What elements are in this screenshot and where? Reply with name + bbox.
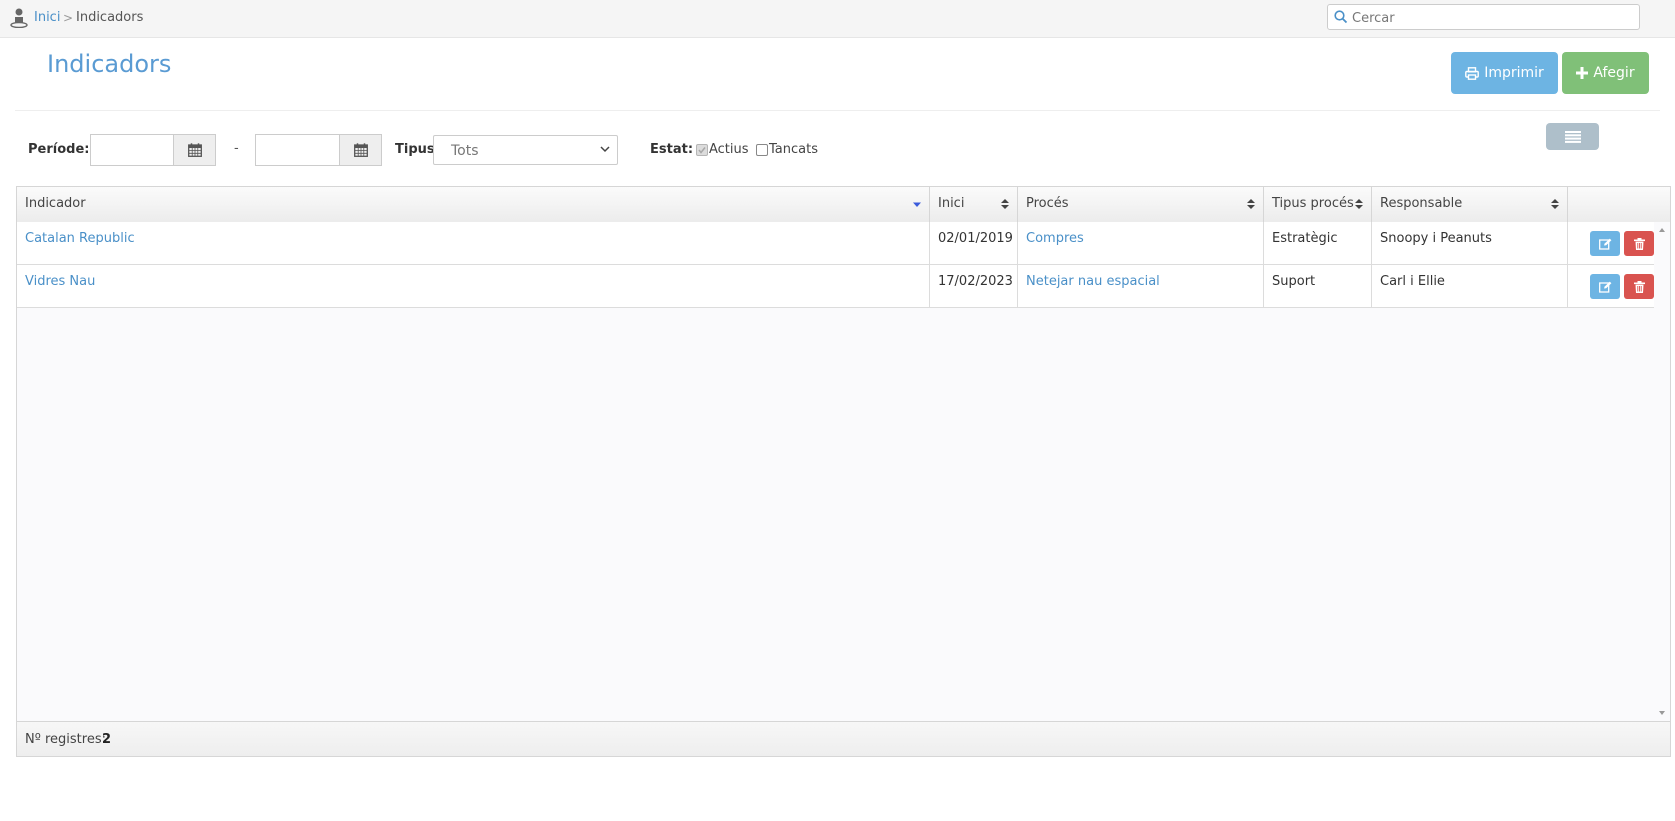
chevron-down-icon: [600, 146, 610, 153]
table-scrollbar[interactable]: [1654, 222, 1670, 722]
column-header-indicador[interactable]: Indicador: [17, 187, 930, 222]
print-button[interactable]: Imprimir: [1451, 52, 1558, 94]
cell-inici: 17/02/2023: [930, 265, 1018, 307]
edit-button[interactable]: [1590, 274, 1620, 299]
search-input[interactable]: [1350, 7, 1639, 29]
period-to-calendar-button[interactable]: [339, 134, 382, 166]
record-count-label: Nº registres:: [25, 732, 106, 747]
period-label: Període:: [28, 142, 90, 157]
column-header-responsable[interactable]: Responsable: [1372, 187, 1568, 222]
breadcrumb-current: Indicadors: [76, 10, 144, 25]
user-icon: [10, 8, 28, 28]
breadcrumb-home-link[interactable]: Inici: [34, 10, 60, 25]
sort-desc-icon: [913, 202, 921, 207]
sort-icon: [1001, 199, 1009, 209]
table-header: Indicador Inici Procés Tipus procés Resp…: [17, 187, 1670, 223]
search-box[interactable]: [1327, 4, 1640, 30]
plus-icon: [1576, 67, 1589, 79]
status-active-checkbox[interactable]: [696, 144, 708, 156]
scroll-down-icon[interactable]: [1654, 707, 1670, 719]
scroll-up-icon[interactable]: [1654, 224, 1670, 236]
cell-responsable: Carl i Ellie: [1372, 265, 1568, 307]
sort-icon: [1551, 199, 1559, 209]
edit-icon: [1598, 281, 1611, 293]
column-header-tipus-proces[interactable]: Tipus procés: [1264, 187, 1372, 222]
column-header-label: Procés: [1026, 196, 1069, 211]
status-label: Estat:: [650, 142, 694, 157]
column-header-label: Tipus procés: [1272, 196, 1354, 211]
cell-indicador-link[interactable]: Catalan Republic: [17, 222, 930, 264]
cell-indicador-link[interactable]: Vidres Nau: [17, 265, 930, 307]
delete-button[interactable]: [1624, 274, 1654, 299]
status-active-label: Actius: [709, 142, 749, 157]
period-to-input[interactable]: [255, 134, 340, 166]
list-icon: [1564, 130, 1581, 143]
cell-responsable: Snoopy i Peanuts: [1372, 222, 1568, 264]
trash-icon: [1633, 280, 1645, 293]
indicators-table: Indicador Inici Procés Tipus procés Resp…: [16, 186, 1671, 757]
cell-tipus-proces: Suport: [1264, 265, 1372, 307]
column-header-label: Inici: [938, 196, 965, 211]
edit-button[interactable]: [1590, 231, 1620, 256]
type-select[interactable]: Tots: [433, 135, 618, 165]
calendar-icon: [187, 143, 202, 157]
status-closed-label: Tancats: [769, 142, 818, 157]
breadcrumb-separator: >: [63, 11, 74, 25]
period-separator: -: [234, 141, 239, 156]
record-count: 2: [102, 732, 112, 747]
print-icon: [1465, 66, 1480, 80]
column-header-proces[interactable]: Procés: [1018, 187, 1264, 222]
sort-icon: [1355, 199, 1363, 209]
cell-tipus-proces: Estratègic: [1264, 222, 1372, 264]
column-header-label: Indicador: [25, 196, 86, 211]
cell-actions: [1568, 265, 1654, 307]
cell-actions: [1568, 222, 1654, 264]
divider: [15, 110, 1660, 111]
top-bar: Inici > Indicadors: [0, 0, 1675, 38]
table-footer: Nº registres: 2: [17, 721, 1670, 756]
add-button-label: Afegir: [1593, 65, 1635, 81]
print-button-label: Imprimir: [1484, 65, 1544, 81]
period-from-calendar-button[interactable]: [173, 134, 216, 166]
list-view-button[interactable]: [1546, 123, 1599, 150]
column-header-actions: [1568, 187, 1670, 222]
add-button[interactable]: Afegir: [1562, 52, 1649, 94]
table-row: Vidres Nau 17/02/2023 Netejar nau espaci…: [17, 265, 1654, 308]
trash-icon: [1633, 237, 1645, 250]
check-icon: [698, 147, 706, 154]
cell-proces-link[interactable]: Compres: [1018, 222, 1264, 264]
delete-button[interactable]: [1624, 231, 1654, 256]
cell-inici: 02/01/2019: [930, 222, 1018, 264]
page-title: Indicadors: [47, 50, 172, 78]
column-header-label: Responsable: [1380, 196, 1463, 211]
calendar-icon: [353, 143, 368, 157]
search-icon: [1334, 10, 1348, 24]
period-from-input[interactable]: [90, 134, 174, 166]
sort-icon: [1247, 199, 1255, 209]
table-row: Catalan Republic 02/01/2019 Compres Estr…: [17, 222, 1654, 265]
status-closed-checkbox[interactable]: [756, 144, 768, 156]
cell-proces-link[interactable]: Netejar nau espacial: [1018, 265, 1264, 307]
column-header-inici[interactable]: Inici: [930, 187, 1018, 222]
type-select-value: Tots: [451, 143, 479, 159]
edit-icon: [1598, 238, 1611, 250]
